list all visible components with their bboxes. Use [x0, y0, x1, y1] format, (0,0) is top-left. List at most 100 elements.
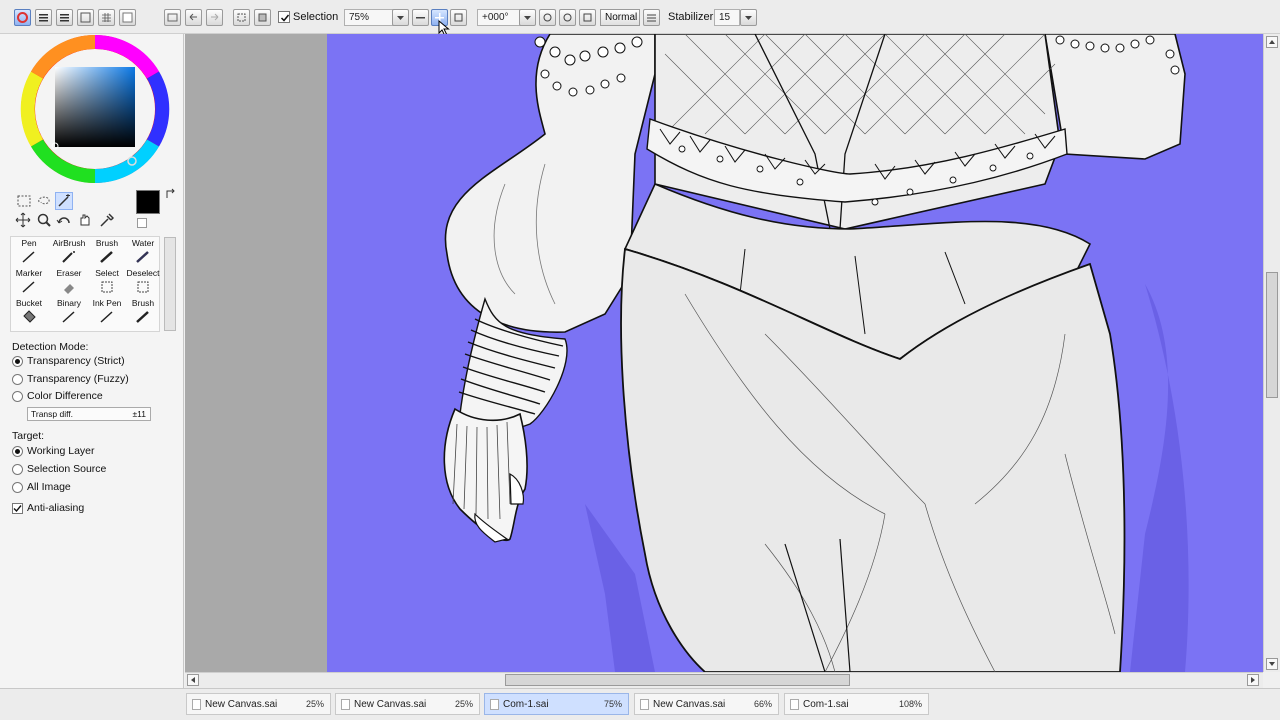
doc-tab-active[interactable]: Com-1.sai 75%: [484, 693, 629, 715]
tool-label: Water: [131, 238, 155, 248]
radio-all-image[interactable]: [12, 482, 23, 493]
deselect-icon[interactable]: [233, 9, 250, 26]
paint-tool-sai-window: Selection 75% +000° Normal Stabilizer 15: [0, 0, 1280, 720]
detection-mode-label: Detection Mode:: [12, 341, 89, 353]
tool-label: Select: [95, 268, 119, 278]
artwork-canvas[interactable]: [185, 34, 1263, 672]
radio-transparency-fuzzy[interactable]: [12, 374, 23, 385]
zoom-reset-icon[interactable]: [450, 9, 467, 26]
zoom-out-icon[interactable]: [412, 9, 429, 26]
doc-tab-name: Com-1.sai: [503, 699, 549, 710]
move-icon[interactable]: [15, 212, 31, 228]
doc-tab-zoom: 25%: [305, 699, 324, 709]
rotate-icon[interactable]: [56, 212, 72, 228]
radio-working-layer[interactable]: [12, 446, 23, 457]
stabilizer-field[interactable]: 15: [714, 9, 740, 26]
tool-label: Ink Pen: [92, 298, 122, 308]
tool-brush[interactable]: Brush: [88, 238, 126, 268]
top-toolbar: Selection 75% +000° Normal Stabilizer 15: [0, 0, 1280, 36]
transp-diff-label: Transp diff.: [31, 409, 74, 419]
stabilizer-label: Stabilizer: [668, 11, 714, 23]
tool-deselect[interactable]: Deselect: [124, 268, 162, 298]
brush-icon: [100, 251, 113, 263]
transparent-color-icon[interactable]: [137, 218, 147, 228]
document-icon: [192, 699, 201, 710]
tool-binary[interactable]: Binary: [50, 298, 88, 328]
zoom-field[interactable]: 75%: [344, 9, 394, 26]
tool-bucket[interactable]: Bucket: [10, 298, 48, 328]
rotation-reset-icon[interactable]: [579, 9, 596, 26]
left-tool-panel: Pen AirBrush Brush Water Marker Eraser S…: [0, 34, 184, 688]
document-icon: [341, 699, 350, 710]
tool-ink-pen[interactable]: Ink Pen: [88, 298, 126, 328]
zoom-dropdown-icon[interactable]: [392, 9, 409, 26]
selection-label: Selection: [293, 11, 339, 23]
tool-airbrush[interactable]: AirBrush: [50, 238, 88, 268]
color-wheel-mode-icon[interactable]: [14, 9, 31, 26]
tool-select[interactable]: Select: [88, 268, 126, 298]
rgb-sliders-icon[interactable]: [35, 9, 52, 26]
doc-tab-name: Com-1.sai: [803, 699, 849, 710]
transp-diff-slider[interactable]: Transp diff. ±11: [27, 407, 151, 421]
tool-eraser[interactable]: Eraser: [50, 268, 88, 298]
color-wheel[interactable]: [20, 34, 172, 186]
tool-marker[interactable]: Marker: [10, 268, 48, 298]
color-mixer-icon[interactable]: [77, 9, 94, 26]
zoom-icon[interactable]: [36, 212, 52, 228]
option-label: Transparency (Fuzzy): [27, 373, 129, 385]
radio-transparency-strict[interactable]: [12, 356, 23, 367]
scroll-right-icon[interactable]: [1247, 674, 1259, 686]
tool-grid-scrollbar[interactable]: [164, 237, 176, 331]
transp-diff-value: ±11: [132, 409, 147, 419]
canvas-viewport[interactable]: [185, 34, 1263, 672]
tool-label: Deselect: [126, 268, 160, 278]
doc-tab[interactable]: New Canvas.sai 25%: [186, 693, 331, 715]
rotate-right-icon[interactable]: [559, 9, 576, 26]
swap-colors-icon[interactable]: [165, 188, 177, 200]
rect-select-icon[interactable]: [16, 194, 32, 208]
rotation-dropdown-icon[interactable]: [519, 9, 536, 26]
tool-label: Eraser: [56, 268, 82, 278]
radio-color-difference[interactable]: [12, 391, 23, 402]
tool-label: Marker: [15, 268, 43, 278]
scroll-down-icon[interactable]: [1266, 658, 1278, 670]
scratchpad-icon[interactable]: [119, 9, 136, 26]
lasso-icon[interactable]: [36, 194, 52, 208]
scroll-up-icon[interactable]: [1266, 36, 1278, 48]
vertical-scrollbar[interactable]: [1263, 34, 1280, 672]
hsv-sliders-icon[interactable]: [56, 9, 73, 26]
doc-tab[interactable]: Com-1.sai 108%: [784, 693, 929, 715]
horizontal-scrollbar[interactable]: [185, 672, 1263, 688]
hand-icon[interactable]: [77, 212, 93, 228]
marker-icon: [22, 281, 35, 293]
tool-water[interactable]: Water: [124, 238, 162, 268]
doc-tab-zoom: 108%: [898, 699, 922, 709]
horizontal-scroll-thumb[interactable]: [505, 674, 850, 686]
eyedropper-icon[interactable]: [98, 212, 114, 228]
rotate-left-icon[interactable]: [539, 9, 556, 26]
rotation-field[interactable]: +000°: [477, 9, 521, 26]
invert-selection-icon[interactable]: [254, 9, 271, 26]
redo-icon[interactable]: [206, 9, 223, 26]
stabilizer-dropdown-icon[interactable]: [740, 9, 757, 26]
undo-icon[interactable]: [185, 9, 202, 26]
scroll-left-icon[interactable]: [187, 674, 199, 686]
tool-pen[interactable]: Pen: [10, 238, 48, 268]
blend-mode-select[interactable]: Normal: [600, 9, 640, 26]
ink-pen-icon: [100, 311, 113, 323]
doc-tab[interactable]: New Canvas.sai 25%: [335, 693, 480, 715]
doc-tab-zoom: 66%: [753, 699, 772, 709]
swatches-icon[interactable]: [98, 9, 115, 26]
vertical-scroll-thumb[interactable]: [1266, 272, 1278, 398]
primary-color-swatch[interactable]: [136, 190, 160, 214]
radio-selection-source[interactable]: [12, 464, 23, 475]
anti-aliasing-checkbox[interactable]: [12, 503, 23, 514]
option-label: All Image: [27, 481, 71, 493]
selection-visibility-checkbox[interactable]: [278, 11, 290, 23]
tool-brush-2[interactable]: Brush: [124, 298, 162, 328]
deselect-brush-icon: [137, 281, 149, 293]
magic-wand-icon[interactable]: [55, 192, 73, 210]
flip-canvas-icon[interactable]: [643, 9, 660, 26]
doc-tab[interactable]: New Canvas.sai 66%: [634, 693, 779, 715]
panel-toggle-icon[interactable]: [164, 9, 181, 26]
